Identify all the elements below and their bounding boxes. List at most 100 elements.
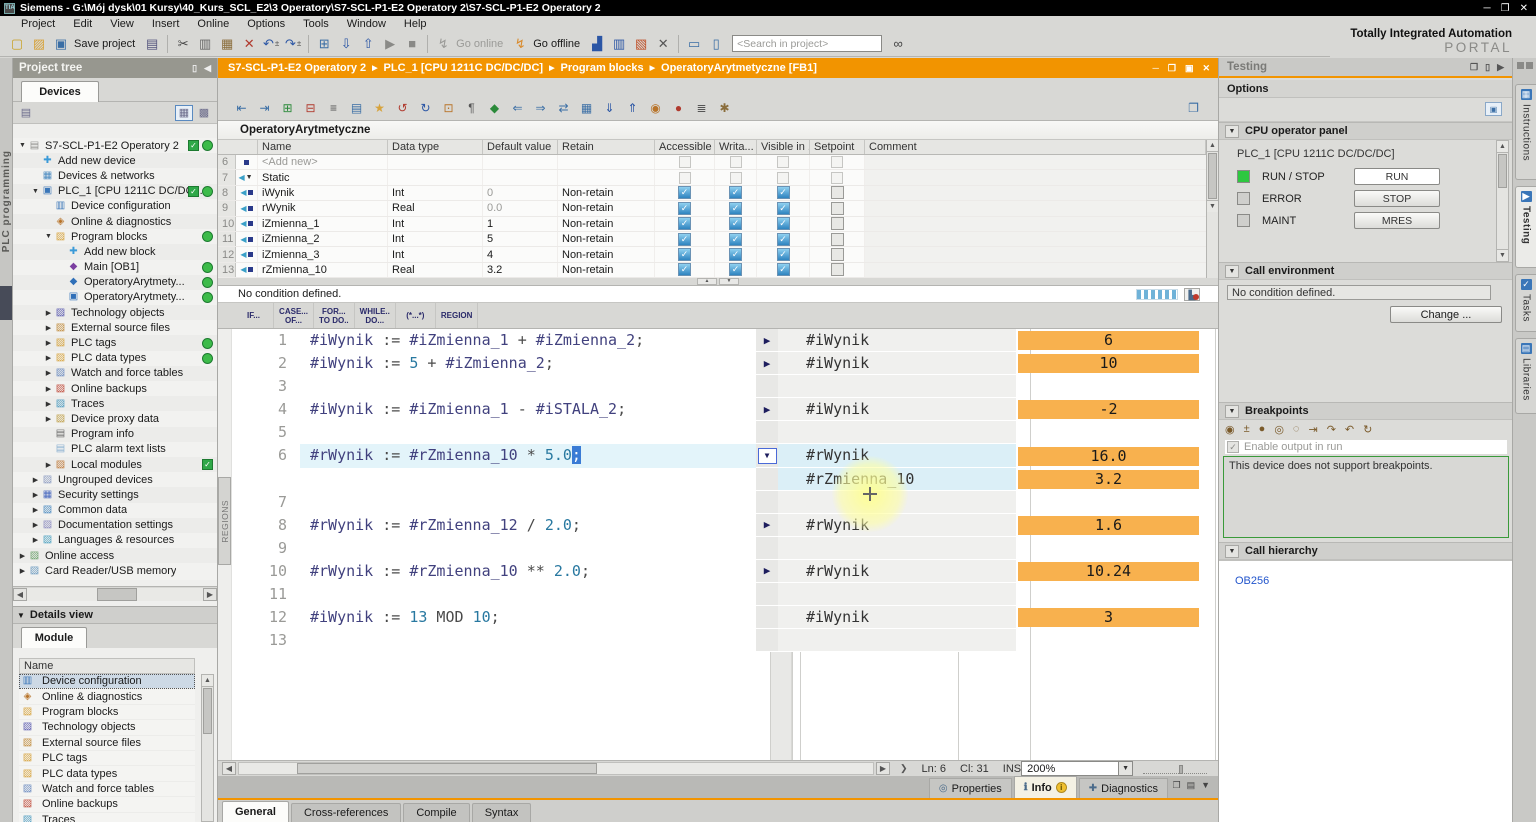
cell-data-type[interactable] xyxy=(388,155,483,169)
tree-item-security-settings[interactable]: ▶▦Security settings xyxy=(13,487,217,502)
expand-closed-icon[interactable]: ▶ xyxy=(30,536,41,544)
cell-retain[interactable]: Non-retain xyxy=(558,201,655,215)
checkbox-checked[interactable]: ✓ xyxy=(777,233,790,246)
cell-retain[interactable]: Non-retain xyxy=(558,247,655,261)
table-row[interactable]: 6<Add new> xyxy=(218,155,1206,170)
chevron-down-icon[interactable]: ▼ xyxy=(1225,405,1239,418)
tree-item-ungrouped-devices[interactable]: ▶▨Ungrouped devices xyxy=(13,472,217,487)
column-header-data-type[interactable]: Data type xyxy=(388,140,483,154)
editor-settings-icon[interactable]: ✱ xyxy=(714,98,735,118)
table-row[interactable]: 8◀iWynikInt0Non-retain✓✓✓ xyxy=(218,186,1206,201)
cell-default-value[interactable] xyxy=(483,155,558,169)
call-structure-icon[interactable]: ≣ xyxy=(691,98,712,118)
table-row[interactable]: 10◀iZmienna_1Int1Non-retain✓✓✓ xyxy=(218,217,1206,232)
column-header-writa[interactable]: Writa... xyxy=(715,140,757,154)
cross-references-icon[interactable]: ✕ xyxy=(653,34,673,54)
scroll-down-icon[interactable]: ▼ xyxy=(1207,200,1218,212)
tab-general[interactable]: General xyxy=(222,801,289,822)
stop-cpu-icon[interactable]: ■ xyxy=(402,34,422,54)
details-item-external-source-files[interactable]: ▨External source files xyxy=(19,736,195,751)
table-row[interactable]: 12◀iZmienna_3Int4Non-retain✓✓✓ xyxy=(218,247,1206,262)
scroll-thumb[interactable] xyxy=(297,763,597,774)
monitor-value[interactable]: 6 xyxy=(1018,331,1199,350)
tree-item-program-info[interactable]: ▤Program info xyxy=(13,427,217,442)
breakpoint-expand-icon[interactable]: ± xyxy=(1244,423,1250,435)
print-icon[interactable]: ▤ xyxy=(142,34,162,54)
breakpoint-toggle-icon[interactable]: ◉ xyxy=(1225,423,1235,436)
monitor-value[interactable]: 10 xyxy=(1018,354,1199,373)
scroll-up-icon[interactable]: ▲ xyxy=(1497,141,1508,153)
expand-closed-icon[interactable]: ▶ xyxy=(30,476,41,484)
details-item-plc-data-types[interactable]: ▨PLC data types xyxy=(19,766,195,781)
monitor-value[interactable]: 1.6 xyxy=(1018,516,1199,535)
editor-minimize-icon[interactable]: ─ xyxy=(1152,63,1158,74)
menu-help[interactable]: Help xyxy=(395,18,436,30)
checkbox-checked[interactable]: ✓ xyxy=(729,186,742,199)
delete-breakpoint-icon[interactable]: ◌ xyxy=(1293,423,1300,435)
monitor-columns-icon[interactable] xyxy=(1136,289,1178,300)
cell-name[interactable]: iWynik xyxy=(258,186,388,200)
regions-tab[interactable]: REGIONS xyxy=(218,477,231,565)
syntax-check-icon[interactable]: ◆ xyxy=(484,98,505,118)
step-over-icon[interactable]: ↷ xyxy=(1327,423,1336,436)
copy-icon[interactable]: ▥ xyxy=(195,34,215,54)
details-item-technology-objects[interactable]: ▨Technology objects xyxy=(19,720,195,735)
call-hierarchy-header[interactable]: ▼ Call hierarchy xyxy=(1219,542,1512,560)
cell-name[interactable]: iZmienna_3 xyxy=(258,247,388,261)
cell-data-type[interactable]: Real xyxy=(388,263,483,277)
column-header-default-value[interactable]: Default value xyxy=(483,140,558,154)
run-button[interactable]: RUN xyxy=(1354,168,1440,185)
tree-item-traces[interactable]: ▶▨Traces xyxy=(13,396,217,411)
go-online-label[interactable]: Go online xyxy=(456,38,503,50)
window-restore-icon[interactable]: ❐ xyxy=(1501,3,1510,14)
binoculars-icon[interactable]: ∞ xyxy=(888,34,908,54)
scroll-right-icon[interactable]: ▶ xyxy=(203,588,217,601)
chevron-down-icon[interactable]: ▼ xyxy=(1225,125,1239,138)
open-project-icon[interactable]: ▨ xyxy=(29,34,49,54)
save-project-icon[interactable]: ▣ xyxy=(51,34,71,54)
cell-comment[interactable] xyxy=(865,201,1206,215)
code-line-2[interactable]: #iWynik := 5 + #iZmienna_2; xyxy=(300,352,756,375)
details-item-plc-tags[interactable]: ▨PLC tags xyxy=(19,751,195,766)
checkbox-unchecked[interactable] xyxy=(831,202,844,215)
checkbox-checked[interactable]: ✓ xyxy=(678,248,691,261)
tab-diagnostics[interactable]: ✚Diagnostics xyxy=(1079,778,1168,798)
monitor-expand-icon[interactable]: ▶ xyxy=(764,403,771,416)
expand-open-icon[interactable]: ▼ xyxy=(43,233,54,240)
start-simulation-icon[interactable]: ▧ xyxy=(631,34,651,54)
checkbox-checked[interactable]: ✓ xyxy=(729,217,742,230)
cell-comment[interactable] xyxy=(865,155,1206,169)
expand-closed-icon[interactable]: ▶ xyxy=(43,339,54,347)
column-header-name[interactable]: Name xyxy=(258,140,388,154)
step-into-icon[interactable]: ⇥ xyxy=(1308,423,1317,436)
menu-insert[interactable]: Insert xyxy=(143,18,189,30)
column-header-retain[interactable]: Retain xyxy=(558,140,655,154)
cell-data-type[interactable]: Int xyxy=(388,186,483,200)
undo-icon[interactable]: ↶± xyxy=(261,34,281,54)
paste-icon[interactable]: ▦ xyxy=(217,34,237,54)
expand-closed-icon[interactable]: ▶ xyxy=(30,491,41,499)
code-line-3[interactable] xyxy=(300,375,756,398)
task-card-tab-testing[interactable]: ▶Testing xyxy=(1515,186,1536,268)
tab-devices[interactable]: Devices xyxy=(21,81,99,102)
expand-all-icon[interactable]: ≡ xyxy=(323,98,344,118)
checkbox-unchecked[interactable] xyxy=(831,186,844,199)
start-cpu-icon[interactable]: ▶ xyxy=(380,34,400,54)
scroll-up-icon[interactable]: ▲ xyxy=(1207,140,1218,152)
code-line-6[interactable]: #rWynik := #rZmienna_10 * 5.0; xyxy=(300,444,756,467)
menu-online[interactable]: Online xyxy=(188,18,238,30)
resume-icon[interactable]: ↻ xyxy=(1363,423,1372,436)
breadcrumb-item-plc-1-cpu-1211c-dc-dc-dc[interactable]: PLC_1 [CPU 1211C DC/DC/DC] xyxy=(384,62,544,74)
go-to-next-icon[interactable]: ⇥ xyxy=(254,98,275,118)
breadcrumb-item-operatoryarytmetyczne-fb1[interactable]: OperatoryArytmetyczne [FB1] xyxy=(661,62,817,74)
column-header-accessible[interactable]: Accessible ... xyxy=(655,140,715,154)
tree-item-local-modules[interactable]: ▶▨Local modules✓ xyxy=(13,457,217,472)
undo-edit-icon[interactable]: ↺ xyxy=(392,98,413,118)
upload-block-icon[interactable]: ⇑ xyxy=(622,98,643,118)
tree-item-plc-1-cpu-1211c-dc-dc[interactable]: ▼▣PLC_1 [CPU 1211C DC/DC...✓ xyxy=(13,184,217,199)
chevron-down-icon[interactable]: ▼ xyxy=(1225,545,1239,558)
interface-table-scrollbar[interactable]: ▲ ▼ xyxy=(1206,140,1218,278)
task-card-tab-tasks[interactable]: ✓Tasks xyxy=(1515,274,1536,332)
tree-item-add-new-block[interactable]: ✚Add new block xyxy=(13,244,217,259)
code-line-1[interactable]: #iWynik := #iZmienna_1 + #iZmienna_2; xyxy=(300,329,756,352)
